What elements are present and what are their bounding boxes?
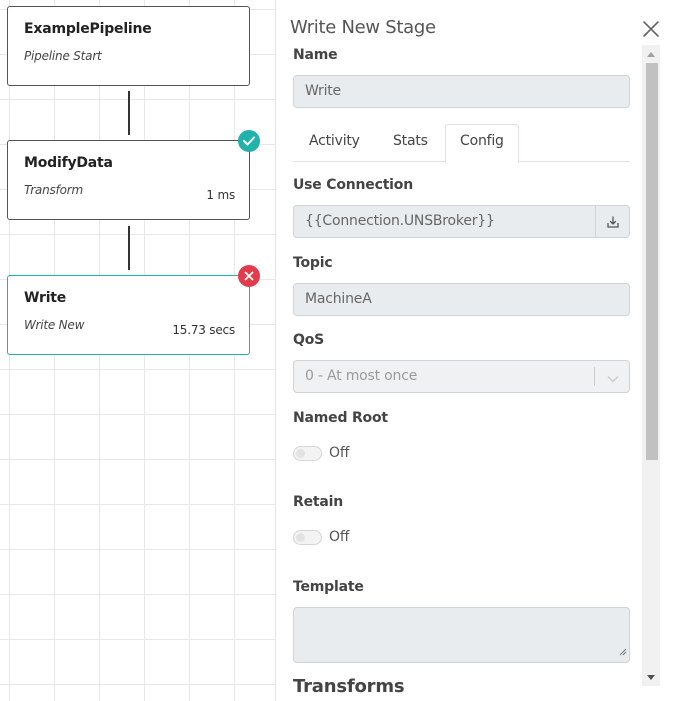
node-execution-time: 1 ms <box>206 188 235 202</box>
pipeline-node-write[interactable]: Write Write New 15.73 secs <box>7 275 250 355</box>
pipeline-canvas[interactable]: ExamplePipeline Pipeline Start ModifyDat… <box>0 0 275 701</box>
scrollbar-thumb[interactable] <box>646 63 658 460</box>
node-title: Write <box>24 290 67 306</box>
pipeline-node-start[interactable]: ExamplePipeline Pipeline Start <box>7 6 250 86</box>
node-connector <box>128 91 130 135</box>
download-icon[interactable] <box>595 206 629 237</box>
topic-label: Topic <box>293 255 333 271</box>
name-value: Write <box>305 83 341 99</box>
named-root-toggle-row: Off <box>293 445 349 461</box>
error-status-icon <box>238 265 260 287</box>
resize-grip-icon[interactable] <box>619 641 627 660</box>
topic-value: MachineA <box>305 291 372 307</box>
named-root-toggle[interactable] <box>293 445 322 461</box>
use-connection-label: Use Connection <box>293 177 413 193</box>
use-connection-value: {{Connection.UNSBroker}} <box>305 213 495 229</box>
success-status-icon <box>238 130 260 152</box>
named-root-state: Off <box>329 445 350 461</box>
tab-config[interactable]: Config <box>445 124 519 163</box>
retain-toggle-row: Off <box>293 529 349 545</box>
retain-state: Off <box>329 529 350 545</box>
panel-scrollbar[interactable] <box>642 45 660 686</box>
scroll-up-icon[interactable] <box>642 47 660 61</box>
qos-select[interactable]: 0 - At most once <box>293 360 630 393</box>
node-subtitle: Transform <box>24 183 83 197</box>
stage-tabs: Activity Stats Config <box>293 124 630 163</box>
select-divider <box>594 367 595 386</box>
panel-title: Write New Stage <box>290 17 436 38</box>
node-subtitle: Pipeline Start <box>24 49 102 63</box>
topic-field[interactable]: MachineA <box>293 283 630 316</box>
node-connector <box>128 226 130 270</box>
pipeline-node-modifydata[interactable]: ModifyData Transform 1 ms <box>7 140 250 220</box>
chevron-down-icon[interactable] <box>607 371 619 387</box>
tab-stats[interactable]: Stats <box>393 124 428 162</box>
stage-config-panel: Write New Stage Name Write Activity Stat… <box>275 0 679 701</box>
template-label: Template <box>293 579 364 595</box>
tab-activity[interactable]: Activity <box>309 124 360 162</box>
node-title: ModifyData <box>24 155 113 171</box>
template-textarea[interactable] <box>293 607 630 663</box>
retain-toggle[interactable] <box>293 529 322 545</box>
use-connection-field[interactable]: {{Connection.UNSBroker}} <box>293 205 630 238</box>
transforms-label: Transforms <box>293 676 405 697</box>
node-title: ExamplePipeline <box>24 21 152 37</box>
scroll-down-icon[interactable] <box>642 670 660 684</box>
node-execution-time: 15.73 secs <box>172 323 235 337</box>
name-label: Name <box>293 47 338 63</box>
retain-label: Retain <box>293 494 343 510</box>
close-icon[interactable] <box>642 20 660 38</box>
qos-label: QoS <box>293 332 325 348</box>
name-field[interactable]: Write <box>293 75 630 108</box>
named-root-label: Named Root <box>293 410 388 426</box>
qos-value: 0 - At most once <box>305 368 418 384</box>
